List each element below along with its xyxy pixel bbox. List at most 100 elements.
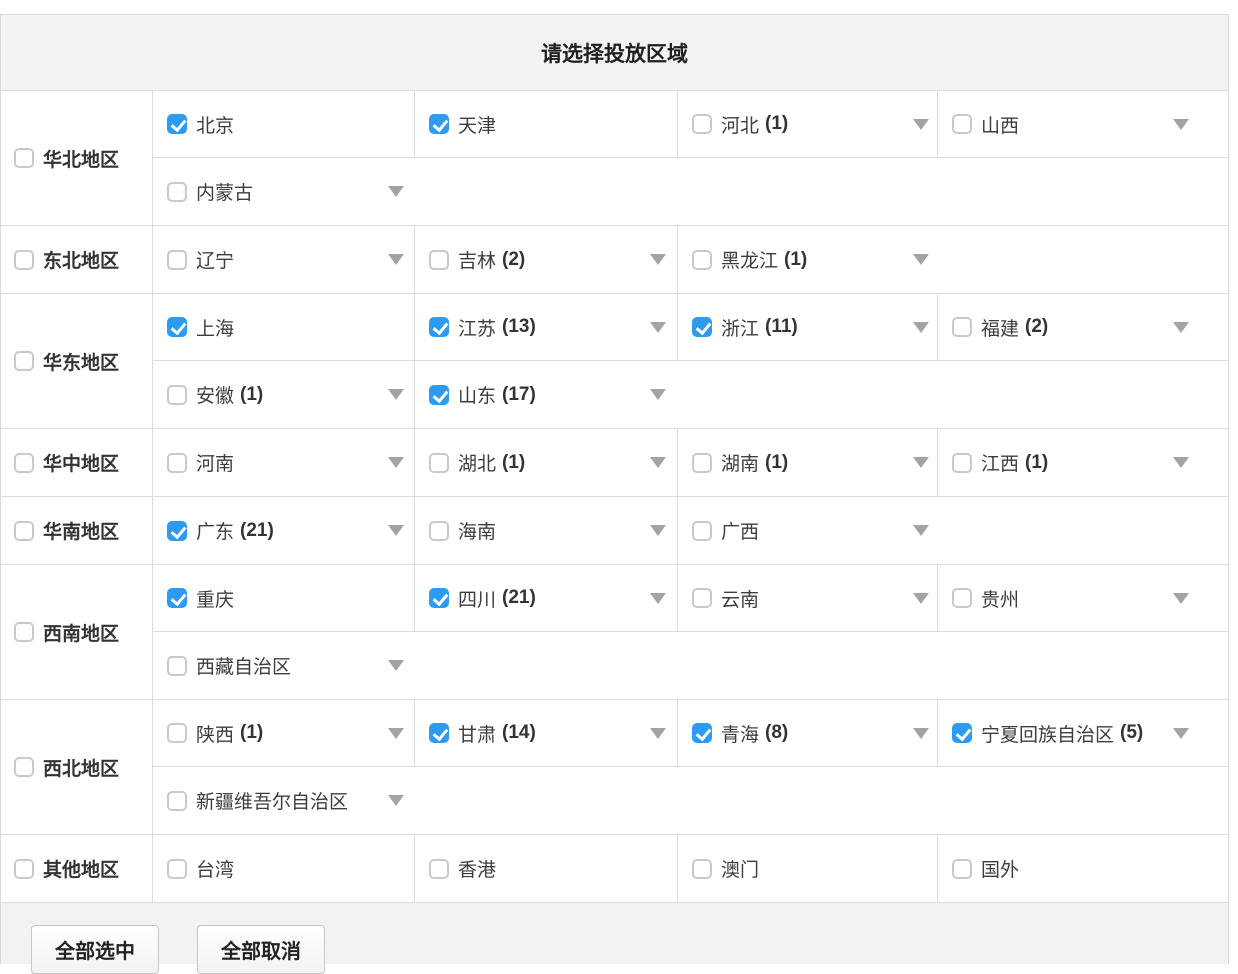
province-option[interactable]: 香港 [429,855,666,882]
region-group-option[interactable]: 其他地区 [1,835,153,902]
chevron-down-icon[interactable] [903,728,929,739]
province-option[interactable]: 海南 [429,517,666,544]
province-checkbox[interactable] [952,859,972,879]
select-all-button[interactable]: 全部选中 [31,925,159,974]
province-option[interactable]: 云南 [692,585,929,612]
province-checkbox[interactable] [952,317,972,337]
region-group-option[interactable]: 华东地区 [1,294,153,428]
region-checkbox[interactable] [14,453,34,473]
region-checkbox[interactable] [14,622,34,642]
chevron-down-icon[interactable] [640,728,666,739]
chevron-down-icon[interactable] [1163,322,1189,333]
chevron-down-icon[interactable] [378,728,404,739]
province-option[interactable]: 广西 [692,517,929,544]
province-checkbox[interactable] [429,385,449,405]
chevron-down-icon[interactable] [1163,457,1189,468]
province-option[interactable]: 辽宁 [167,246,404,273]
province-option[interactable]: 甘肃 (14) [429,720,666,747]
chevron-down-icon[interactable] [903,457,929,468]
chevron-down-icon[interactable] [903,119,929,130]
region-checkbox[interactable] [14,148,34,168]
province-option[interactable]: 安徽 (1) [167,381,404,408]
province-checkbox[interactable] [952,723,972,743]
region-group-option[interactable]: 东北地区 [1,226,153,293]
province-option[interactable]: 江苏 (13) [429,314,666,341]
chevron-down-icon[interactable] [640,593,666,604]
region-checkbox[interactable] [14,859,34,879]
province-checkbox[interactable] [167,859,187,879]
province-checkbox[interactable] [692,250,712,270]
province-option[interactable]: 新疆维吾尔自治区 [167,787,404,814]
chevron-down-icon[interactable] [640,322,666,333]
chevron-down-icon[interactable] [640,254,666,265]
province-checkbox[interactable] [952,114,972,134]
chevron-down-icon[interactable] [378,795,404,806]
province-checkbox[interactable] [167,114,187,134]
province-checkbox[interactable] [952,453,972,473]
chevron-down-icon[interactable] [378,254,404,265]
province-checkbox[interactable] [429,114,449,134]
province-option[interactable]: 北京 [167,111,404,138]
province-option[interactable]: 宁夏回族自治区 (5) [952,720,1189,747]
province-option[interactable]: 贵州 [952,585,1189,612]
province-checkbox[interactable] [692,859,712,879]
chevron-down-icon[interactable] [640,389,666,400]
province-checkbox[interactable] [952,588,972,608]
chevron-down-icon[interactable] [1163,593,1189,604]
province-checkbox[interactable] [429,588,449,608]
province-option[interactable]: 山东 (17) [429,381,666,408]
province-option[interactable]: 国外 [952,855,1189,882]
region-checkbox[interactable] [14,757,34,777]
province-checkbox[interactable] [692,723,712,743]
region-group-option[interactable]: 华北地区 [1,91,153,225]
province-option[interactable]: 青海 (8) [692,720,929,747]
province-checkbox[interactable] [167,182,187,202]
chevron-down-icon[interactable] [1163,728,1189,739]
province-checkbox[interactable] [429,723,449,743]
province-option[interactable]: 福建 (2) [952,314,1189,341]
province-option[interactable]: 台湾 [167,855,404,882]
chevron-down-icon[interactable] [903,322,929,333]
province-option[interactable]: 湖北 (1) [429,449,666,476]
province-checkbox[interactable] [692,317,712,337]
province-option[interactable]: 山西 [952,111,1189,138]
chevron-down-icon[interactable] [1163,119,1189,130]
province-option[interactable]: 河北 (1) [692,111,929,138]
chevron-down-icon[interactable] [903,254,929,265]
province-option[interactable]: 天津 [429,111,666,138]
province-checkbox[interactable] [692,521,712,541]
region-group-option[interactable]: 华南地区 [1,497,153,564]
region-group-option[interactable]: 西北地区 [1,700,153,834]
chevron-down-icon[interactable] [640,525,666,536]
chevron-down-icon[interactable] [378,186,404,197]
province-option[interactable]: 上海 [167,314,404,341]
chevron-down-icon[interactable] [378,389,404,400]
province-option[interactable]: 黑龙江 (1) [692,246,929,273]
province-checkbox[interactable] [167,588,187,608]
chevron-down-icon[interactable] [378,660,404,671]
province-checkbox[interactable] [167,656,187,676]
province-checkbox[interactable] [429,250,449,270]
province-option[interactable]: 浙江 (11) [692,314,929,341]
region-checkbox[interactable] [14,250,34,270]
province-option[interactable]: 广东 (21) [167,517,404,544]
province-option[interactable]: 内蒙古 [167,178,404,205]
chevron-down-icon[interactable] [640,457,666,468]
province-checkbox[interactable] [167,723,187,743]
province-option[interactable]: 江西 (1) [952,449,1189,476]
province-checkbox[interactable] [692,453,712,473]
province-checkbox[interactable] [167,453,187,473]
province-option[interactable]: 重庆 [167,585,404,612]
province-option[interactable]: 陕西 (1) [167,720,404,747]
province-option[interactable]: 吉林 (2) [429,246,666,273]
province-option[interactable]: 四川 (21) [429,585,666,612]
province-checkbox[interactable] [429,317,449,337]
province-checkbox[interactable] [167,317,187,337]
province-checkbox[interactable] [692,588,712,608]
deselect-all-button[interactable]: 全部取消 [197,925,325,974]
region-group-option[interactable]: 华中地区 [1,429,153,496]
province-checkbox[interactable] [429,859,449,879]
province-checkbox[interactable] [692,114,712,134]
chevron-down-icon[interactable] [378,525,404,536]
region-checkbox[interactable] [14,521,34,541]
